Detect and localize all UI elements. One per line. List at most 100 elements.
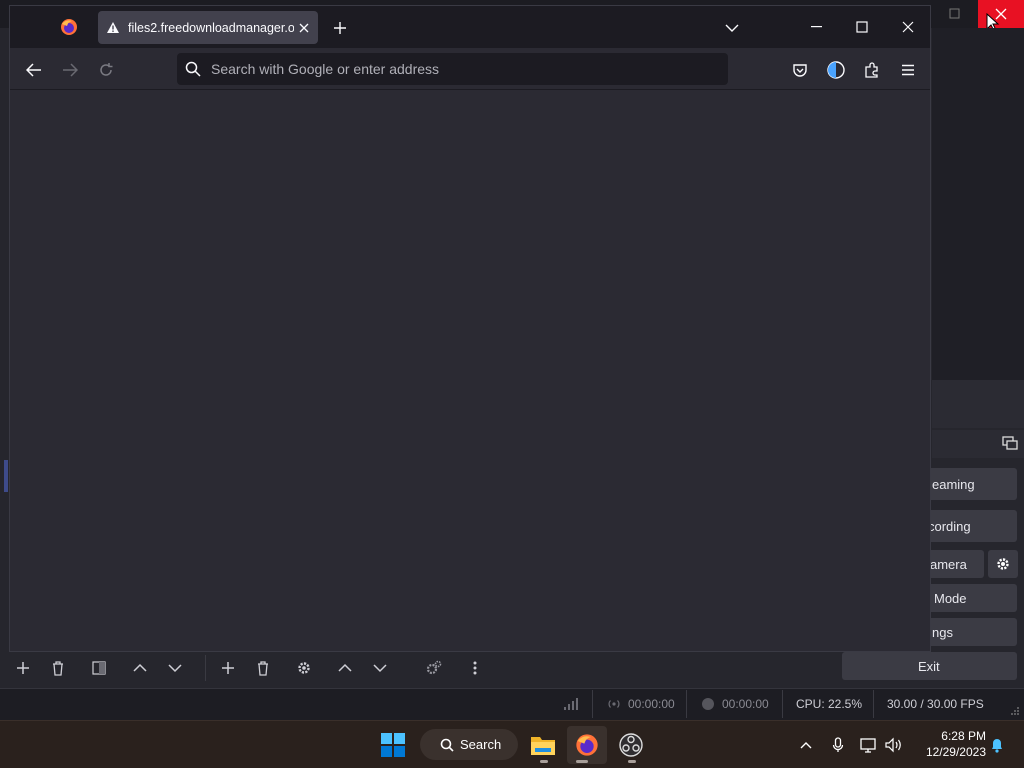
- extensions-button[interactable]: [860, 58, 884, 82]
- chevron-down-icon: [168, 664, 182, 673]
- close-icon: [299, 23, 309, 32]
- folder-icon: [531, 737, 555, 755]
- toolbar-divider: [205, 655, 206, 681]
- chevron-down-icon: [725, 24, 739, 32]
- close-window-button[interactable]: [886, 11, 930, 43]
- app-menu-button[interactable]: [896, 58, 920, 82]
- windows-logo-icon: [381, 733, 405, 757]
- reload-button[interactable]: [94, 58, 118, 82]
- start-streaming-label: eaming: [932, 476, 975, 492]
- resize-grip-icon[interactable]: [1010, 706, 1020, 716]
- maximize-icon: [949, 8, 960, 19]
- transition-menu-button[interactable]: [461, 655, 489, 681]
- filter-icon: [92, 661, 106, 675]
- notifications-button[interactable]: [986, 726, 1008, 764]
- app-active-indicator: [576, 760, 588, 763]
- virtual-camera-label: amera: [930, 556, 967, 572]
- tab-title: files2.freedownloadmanager.org: [128, 20, 294, 35]
- new-tab-button[interactable]: [330, 18, 350, 38]
- firefox-tab-bar: files2.freedownloadmanager.org: [10, 6, 930, 48]
- url-placeholder: Search with Google or enter address: [211, 61, 440, 77]
- app-running-indicator: [540, 760, 548, 763]
- maximize-icon: [856, 21, 868, 33]
- maximize-button[interactable]: [840, 11, 884, 43]
- chevron-up-icon: [133, 663, 147, 672]
- remove-scene-button[interactable]: [44, 655, 72, 681]
- more-vertical-icon: [473, 661, 477, 675]
- pocket-button[interactable]: [788, 58, 812, 82]
- remove-source-button[interactable]: [249, 655, 277, 681]
- fps-readout: 30.00 / 30.00 FPS: [887, 697, 984, 711]
- plus-icon: [222, 662, 234, 674]
- warning-icon: [107, 22, 119, 33]
- firefox-view-button[interactable]: [58, 16, 80, 38]
- chevron-down-icon: [373, 664, 387, 673]
- chevron-up-icon: [800, 742, 812, 749]
- gear-icon: [997, 558, 1009, 570]
- obs-logo-icon: [619, 733, 643, 757]
- forward-button[interactable]: [58, 58, 82, 82]
- obs-status-bar: [0, 688, 1024, 720]
- bell-icon: [992, 739, 1002, 753]
- account-icon: [827, 61, 845, 79]
- app-running-indicator: [628, 760, 636, 763]
- move-scene-up-button[interactable]: [126, 655, 154, 681]
- add-source-button[interactable]: [214, 655, 242, 681]
- taskbar-search-button[interactable]: Search: [420, 729, 518, 760]
- source-properties-button[interactable]: [290, 655, 318, 681]
- gears-icon: [426, 660, 442, 675]
- firefox-active-tab[interactable]: files2.freedownloadmanager.org: [98, 11, 318, 44]
- cpu-usage: CPU: 22.5%: [796, 697, 863, 711]
- microphone-icon: [832, 737, 844, 752]
- scene-filters-button[interactable]: [85, 655, 113, 681]
- close-icon: [902, 21, 914, 33]
- obs-maximize-button[interactable]: [932, 0, 978, 28]
- pocket-icon: [793, 64, 807, 77]
- undock-icon[interactable]: [1002, 436, 1018, 452]
- obs-close-button[interactable]: [978, 0, 1024, 28]
- taskbar-obs-studio[interactable]: [611, 726, 651, 764]
- start-button[interactable]: [373, 726, 413, 764]
- taskbar-file-explorer[interactable]: [523, 726, 563, 764]
- url-bar[interactable]: Search with Google or enter address: [177, 53, 728, 85]
- clock-date[interactable]: 12/29/2023: [910, 745, 986, 759]
- show-hidden-icons-button[interactable]: [795, 726, 817, 764]
- account-button[interactable]: [824, 58, 848, 82]
- settings-label: ngs: [932, 624, 953, 640]
- obs-preview-area: [932, 28, 1024, 428]
- stream-time: 00:00:00: [628, 697, 675, 711]
- plus-icon: [17, 662, 29, 674]
- list-all-tabs-button[interactable]: [722, 18, 742, 38]
- plus-icon: [334, 22, 346, 34]
- exit-label: Exit: [918, 658, 940, 674]
- back-button[interactable]: [22, 58, 46, 82]
- move-scene-down-button[interactable]: [161, 655, 189, 681]
- status-separator: [686, 690, 687, 718]
- close-tab-button[interactable]: [296, 20, 312, 36]
- puzzle-icon: [865, 62, 878, 78]
- volume-status[interactable]: [883, 726, 905, 764]
- minimize-button[interactable]: [795, 11, 839, 43]
- status-separator: [782, 690, 783, 718]
- clock-time[interactable]: 6:28 PM: [910, 729, 986, 743]
- search-icon: [440, 738, 454, 752]
- obs-scene-selection-marker: [4, 460, 8, 492]
- network-status[interactable]: [858, 726, 880, 764]
- chevron-up-icon: [338, 663, 352, 672]
- microphone-status[interactable]: [827, 726, 849, 764]
- audio-mixer-settings-button[interactable]: [420, 655, 448, 681]
- start-recording-label: cording: [928, 518, 971, 534]
- add-scene-button[interactable]: [9, 655, 37, 681]
- broadcast-icon: [608, 700, 620, 708]
- virtual-camera-settings-button[interactable]: [988, 550, 1018, 578]
- hamburger-menu-icon: [902, 64, 914, 76]
- signal-strength-icon: [564, 698, 578, 710]
- taskbar-firefox[interactable]: [567, 726, 607, 764]
- page-content: [10, 91, 930, 651]
- exit-button[interactable]: Exit: [842, 652, 1017, 680]
- trash-icon: [258, 661, 268, 676]
- firefox-window: files2.freedownloadmanager.org Search wi…: [9, 5, 931, 652]
- search-icon: [185, 61, 201, 77]
- move-source-down-button[interactable]: [366, 655, 394, 681]
- move-source-up-button[interactable]: [331, 655, 359, 681]
